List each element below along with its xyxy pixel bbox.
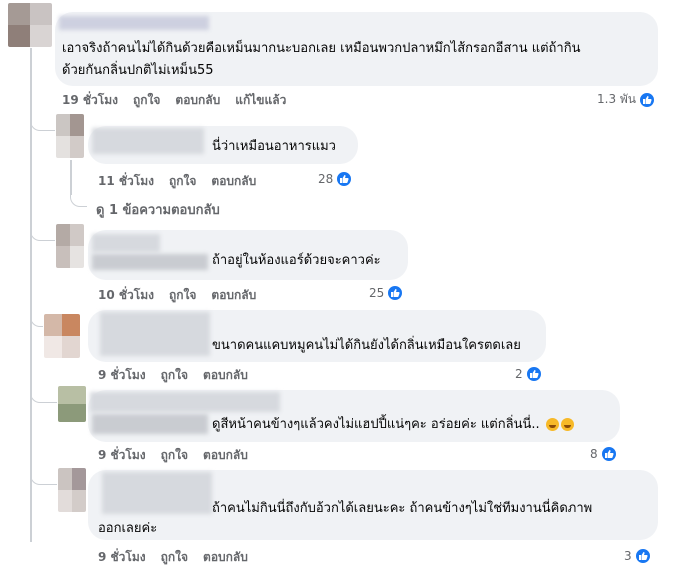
- reply-button[interactable]: ตอบกลับ: [203, 446, 248, 465]
- reaction-count-label: 2: [515, 367, 523, 381]
- reaction-count[interactable]: 25: [369, 285, 404, 301]
- reaction-count-label: 1.3 พัน: [597, 92, 637, 106]
- avatar[interactable]: [58, 468, 86, 512]
- comment-meta: 11 ชั่วโมง ถูกใจ ตอบกลับ: [98, 172, 271, 191]
- edited-label: แก้ไขแล้ว: [235, 93, 287, 107]
- thumbs-up-icon: [634, 548, 651, 564]
- reaction-count-label: 28: [318, 172, 334, 186]
- reply-button[interactable]: ตอบกลับ: [203, 548, 248, 567]
- tired-face-emoji: [560, 418, 574, 431]
- thread-connector: [30, 222, 55, 241]
- tired-face-emoji: [545, 418, 559, 431]
- reaction-count-label: 8: [590, 447, 598, 461]
- author-name-blurred[interactable]: [92, 128, 204, 154]
- comment-text: ถ้าอยู่ในห้องแอร์ด้วยจะคาวค่ะ: [212, 253, 381, 268]
- comment-text: ด้วยกันกลิ่นปกติไม่เหม็น55: [62, 63, 214, 78]
- timestamp[interactable]: 9 ชั่วโมง: [98, 446, 146, 465]
- comment-text: ดูสีหน้าคนข้างๆแล้วคงไม่แฮปปี้แน่ๆคะ อร่…: [212, 414, 574, 436]
- like-button[interactable]: ถูกใจ: [169, 172, 196, 191]
- comment-text: ถ้าคนไม่กินนี่ถึงกับอ้วกได้เลยนะคะ ถ้าคน…: [212, 501, 593, 516]
- author-name-blurred: [92, 254, 208, 270]
- avatar[interactable]: [44, 314, 80, 358]
- author-name-blurred[interactable]: [90, 392, 280, 412]
- thumbs-up-icon: [639, 91, 656, 108]
- reaction-count[interactable]: 8: [590, 446, 617, 462]
- avatar[interactable]: [56, 224, 84, 268]
- comment-bubble: นี่ว่าเหมือนอาหารแมว: [88, 126, 358, 164]
- thread-line: [30, 310, 32, 542]
- comment-bubble: ขนาดคนแคบหมูคนไม่ได้กินยังได้กลิ่นเหมือน…: [88, 310, 546, 362]
- comment-text: ขนาดคนแคบหมูคนไม่ได้กินยังได้กลิ่นเหมือน…: [212, 338, 521, 353]
- thumbs-up-icon: [525, 366, 542, 382]
- thumbs-up-icon: [336, 171, 353, 187]
- comment-meta: 19 ชั่วโมง ถูกใจ ตอบกลับ แก้ไขแล้ว: [62, 91, 301, 110]
- timestamp[interactable]: 10 ชั่วโมง: [98, 286, 154, 305]
- comment-text: ออกเลยค่ะ: [98, 521, 158, 536]
- thread-connector: [30, 312, 43, 327]
- reaction-count[interactable]: 2: [515, 366, 542, 382]
- thumbs-up-icon: [387, 285, 404, 301]
- comment-text: นี่ว่าเหมือนอาหารแมว: [212, 139, 336, 154]
- reply-button[interactable]: ตอบกลับ: [175, 91, 220, 110]
- thread-connector: [70, 190, 87, 207]
- timestamp[interactable]: 9 ชั่วโมง: [98, 366, 146, 385]
- timestamp[interactable]: 9 ชั่วโมง: [98, 548, 146, 567]
- comment-bubble: ถ้าอยู่ในห้องแอร์ด้วยจะคาวค่ะ: [88, 230, 408, 280]
- reaction-count[interactable]: 1.3 พัน: [597, 90, 656, 109]
- like-button[interactable]: ถูกใจ: [161, 548, 188, 567]
- thread-connector: [30, 388, 57, 403]
- reaction-count-label: 25: [369, 286, 385, 300]
- reaction-count[interactable]: 3: [624, 548, 651, 564]
- timestamp[interactable]: 11 ชั่วโมง: [98, 172, 154, 191]
- avatar[interactable]: [8, 3, 52, 47]
- reply-button[interactable]: ตอบกลับ: [203, 366, 248, 385]
- like-button[interactable]: ถูกใจ: [169, 286, 196, 305]
- thread-connector: [30, 112, 55, 131]
- author-name-blurred: [92, 414, 208, 434]
- author-name-blurred[interactable]: [100, 312, 210, 356]
- comment-text: เอาจริงถ้าคนไม่ได้กินด้วยคือเหม็นมากนะบอ…: [62, 41, 581, 56]
- avatar[interactable]: [56, 114, 84, 158]
- comment-bubble: ถ้าคนไม่กินนี่ถึงกับอ้วกได้เลยนะคะ ถ้าคน…: [88, 470, 658, 540]
- comment-bubble: เอาจริงถ้าคนไม่ได้กินด้วยคือเหม็นมากนะบอ…: [55, 12, 658, 86]
- like-button[interactable]: ถูกใจ: [161, 446, 188, 465]
- thread-line: [30, 48, 32, 310]
- comment-meta: 10 ชั่วโมง ถูกใจ ตอบกลับ: [98, 286, 271, 305]
- timestamp[interactable]: 19 ชั่วโมง: [62, 91, 118, 110]
- thread-connector: [30, 470, 57, 485]
- thumbs-up-icon: [600, 446, 617, 462]
- comment-meta: 9 ชั่วโมง ถูกใจ ตอบกลับ: [98, 446, 263, 465]
- author-name-blurred[interactable]: [102, 472, 212, 514]
- avatar[interactable]: [58, 386, 86, 422]
- comment-meta: 9 ชั่วโมง ถูกใจ ตอบกลับ: [98, 366, 263, 385]
- reaction-count-label: 3: [624, 549, 632, 563]
- comment-bubble: ดูสีหน้าคนข้างๆแล้วคงไม่แฮปปี้แน่ๆคะ อร่…: [88, 390, 620, 442]
- reply-button[interactable]: ตอบกลับ: [211, 286, 256, 305]
- author-name-blurred[interactable]: [92, 234, 160, 252]
- author-name-blurred[interactable]: [59, 16, 209, 30]
- comment-text-body: ดูสีหน้าคนข้างๆแล้วคงไม่แฮปปี้แน่ๆคะ อร่…: [212, 417, 540, 432]
- view-replies-link[interactable]: ดู 1 ข้อความตอบกลับ: [96, 199, 220, 220]
- like-button[interactable]: ถูกใจ: [161, 366, 188, 385]
- reply-button[interactable]: ตอบกลับ: [211, 172, 256, 191]
- comment-meta: 9 ชั่วโมง ถูกใจ ตอบกลับ: [98, 548, 263, 567]
- reaction-count[interactable]: 28: [318, 171, 353, 187]
- like-button[interactable]: ถูกใจ: [133, 91, 160, 110]
